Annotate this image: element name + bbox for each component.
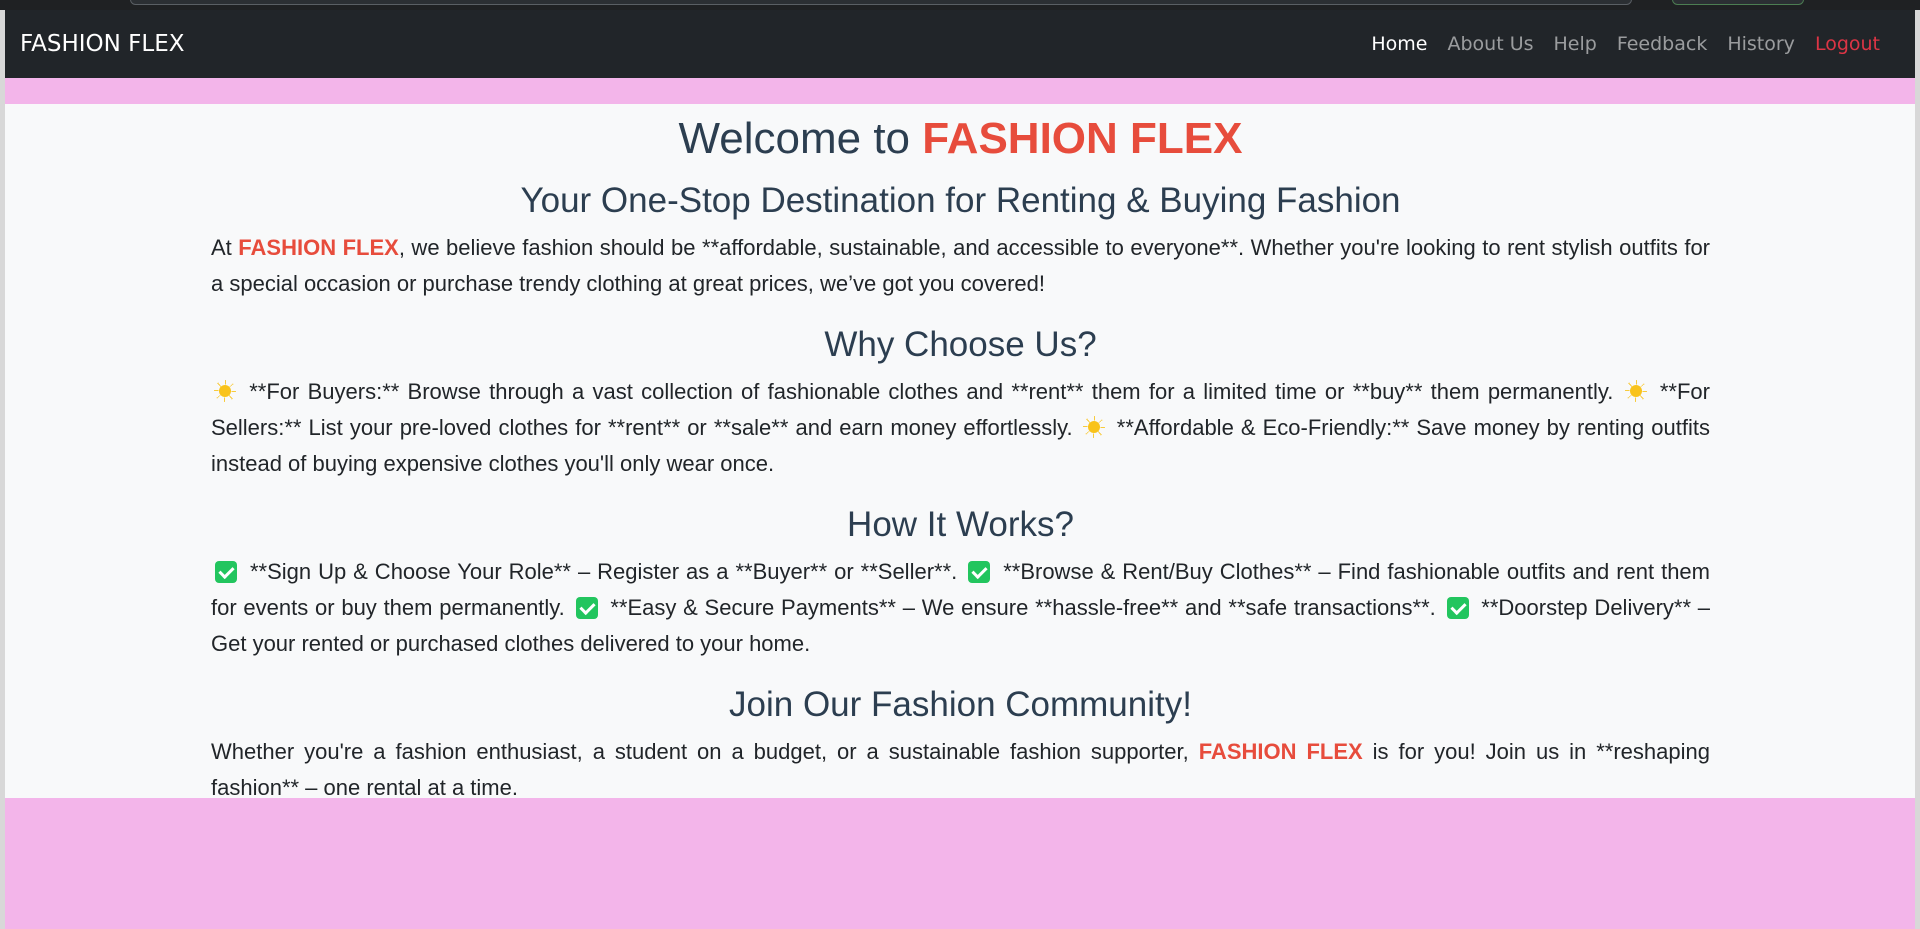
nav-link-logout[interactable]: Logout — [1805, 33, 1890, 55]
why-heading: Why Choose Us? — [824, 325, 1097, 364]
nav-link-home[interactable]: Home — [1361, 33, 1437, 55]
navbar-brand[interactable]: FASHION FLEX — [20, 31, 184, 57]
why-item: **For Buyers:** Browse through a vast co… — [241, 379, 1622, 404]
main-content: Welcome to FASHION FLEX Your One-Stop De… — [5, 104, 1915, 800]
community-heading: Join Our Fashion Community! — [729, 685, 1192, 724]
page-frame: FASHION FLEX Home About Us Help Feedback… — [5, 10, 1915, 929]
page-title: Welcome to FASHION FLEX — [211, 114, 1710, 163]
how-paragraph: **Sign Up & Choose Your Role** – Registe… — [211, 554, 1710, 662]
community-paragraph: Whether you're a fashion enthusiast, a s… — [211, 734, 1710, 806]
check-icon — [575, 597, 598, 619]
nav-link-about-us[interactable]: About Us — [1437, 33, 1543, 55]
browser-button[interactable] — [1672, 0, 1804, 5]
nav-link-help[interactable]: Help — [1544, 33, 1607, 55]
how-step: **Easy & Secure Payments** – We ensure *… — [603, 595, 1443, 620]
intro-after: , we believe fashion should be **afforda… — [211, 235, 1710, 296]
nav-links: Home About Us Help Feedback History Logo… — [1361, 33, 1890, 55]
sun-icon — [1624, 379, 1648, 403]
how-heading: How It Works? — [847, 505, 1074, 544]
nav-link-feedback[interactable]: Feedback — [1607, 33, 1717, 55]
intro-paragraph: At FASHION FLEX, we believe fashion shou… — [211, 230, 1710, 302]
title-prefix: Welcome to — [678, 114, 923, 163]
nav-link-history[interactable]: History — [1717, 33, 1805, 55]
navbar: FASHION FLEX Home About Us Help Feedback… — [5, 10, 1915, 78]
community-before: Whether you're a fashion enthusiast, a s… — [211, 739, 1199, 764]
check-icon — [215, 561, 237, 583]
why-paragraph: **For Buyers:** Browse through a vast co… — [211, 374, 1710, 482]
check-icon — [968, 561, 991, 583]
title-brand: FASHION FLEX — [922, 114, 1243, 163]
subtitle: Your One-Stop Destination for Renting & … — [520, 181, 1401, 220]
sun-icon — [213, 379, 237, 403]
sun-icon — [1082, 415, 1106, 439]
community-brand: FASHION FLEX — [1198, 739, 1363, 764]
address-bar[interactable] — [130, 0, 1632, 5]
how-step: **Sign Up & Choose Your Role** – Registe… — [243, 559, 965, 584]
check-icon — [1446, 597, 1469, 619]
intro-before: At — [211, 235, 239, 260]
intro-brand: FASHION FLEX — [238, 235, 399, 260]
browser-top-strip — [0, 0, 1920, 10]
